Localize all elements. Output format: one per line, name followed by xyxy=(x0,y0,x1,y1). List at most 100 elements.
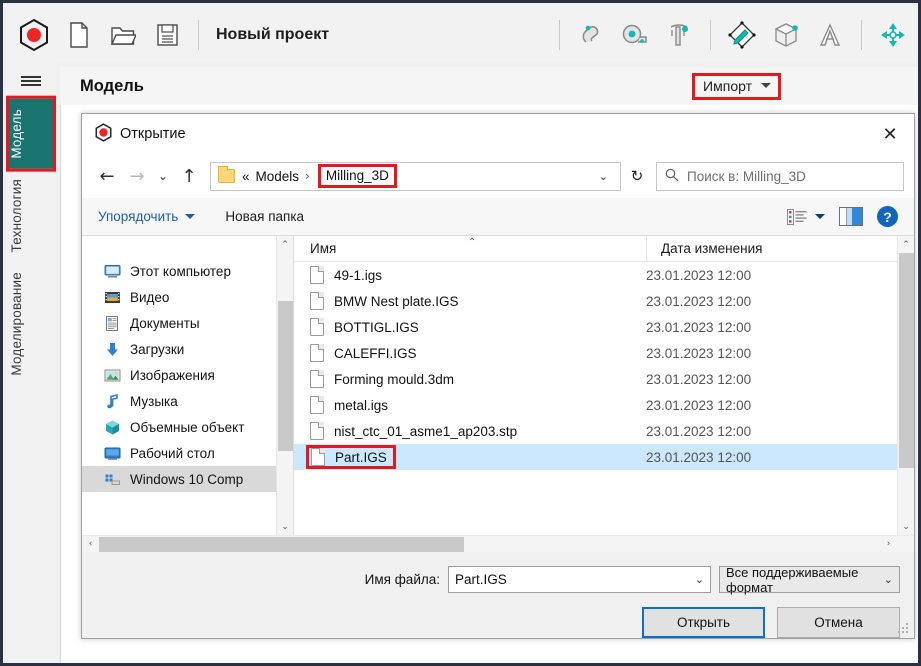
file-name-label: Part.IGS xyxy=(335,450,387,465)
scroll-track[interactable] xyxy=(277,253,293,518)
file-date-cell: 23.01.2023 12:00 xyxy=(646,424,751,439)
search-placeholder: Поиск в: Milling_3D xyxy=(687,169,806,184)
file-icon xyxy=(311,448,325,466)
letter-a-icon[interactable] xyxy=(808,13,852,57)
tape-measure-icon[interactable] xyxy=(613,13,657,57)
sidebar-item-model[interactable]: Модель xyxy=(9,99,53,169)
file-icon xyxy=(310,318,324,336)
breadcrumb-models[interactable]: Models xyxy=(256,169,300,184)
new-file-button[interactable] xyxy=(57,13,101,57)
nav-item-videos[interactable]: Видео xyxy=(82,284,293,310)
panel-header: Модель Импорт xyxy=(60,67,921,105)
filename-input[interactable]: Part.IGS ⌄ xyxy=(448,566,711,593)
table-row[interactable]: BMW Nest plate.IGS 23.01.2023 12:00 xyxy=(294,288,914,314)
view-chevron-down-icon[interactable] xyxy=(815,214,825,219)
column-header-name-label: Имя xyxy=(310,241,336,256)
four-arrows-move-icon[interactable] xyxy=(871,13,915,57)
resize-grip-icon[interactable] xyxy=(898,623,909,634)
column-header-date[interactable]: Дата изменения xyxy=(646,236,762,261)
preview-pane-icon[interactable] xyxy=(839,207,863,226)
nav-item-label: Музыка xyxy=(130,394,178,409)
caliper-icon[interactable] xyxy=(657,13,701,57)
file-name-label: nist_ctc_01_asme1_ap203.stp xyxy=(334,424,517,439)
nav-item-this-pc[interactable]: Этот компьютер xyxy=(82,258,293,284)
breadcrumb-chevron-down-icon[interactable]: ⌄ xyxy=(599,170,608,183)
documents-icon xyxy=(104,315,121,332)
breadcrumb[interactable]: « Models › Milling_3D ⌄ xyxy=(210,162,621,191)
magnet-icon[interactable] xyxy=(569,13,613,57)
file-icon xyxy=(310,292,324,310)
import-button[interactable]: Импорт xyxy=(692,73,781,100)
arrow-left-icon[interactable]: ← xyxy=(92,161,122,191)
hscroll-thumb[interactable] xyxy=(99,537,464,552)
nav-item-label: Документы xyxy=(130,316,200,331)
scroll-thumb[interactable] xyxy=(278,301,293,451)
filename-row: Имя файла: Part.IGS ⌄ Все поддерживаемые… xyxy=(82,552,914,593)
page-title: Модель xyxy=(80,77,144,96)
scroll-down-arrow-icon[interactable]: ⌄ xyxy=(277,518,294,535)
nav-item-downloads[interactable]: Загрузки xyxy=(82,336,293,362)
scroll-track[interactable] xyxy=(898,253,914,518)
filetype-select[interactable]: Все поддерживаемые формат ⌄ xyxy=(719,566,900,593)
open-folder-button[interactable] xyxy=(101,13,145,57)
chevron-down-icon[interactable]: ⌄ xyxy=(695,573,704,586)
scrollbar-corner xyxy=(897,536,914,553)
refresh-icon[interactable]: ↻ xyxy=(622,162,652,191)
nav-item-label: Изображения xyxy=(130,368,215,383)
hamburger-menu-icon[interactable] xyxy=(6,63,56,99)
organize-button[interactable]: Упорядочить xyxy=(98,209,195,224)
arrow-right-icon[interactable]: → xyxy=(122,161,152,191)
filetype-value: Все поддерживаемые формат xyxy=(726,565,884,595)
open-button[interactable]: Открыть xyxy=(642,607,765,638)
file-icon xyxy=(310,422,324,440)
nav-item-desktop[interactable]: Рабочий стол xyxy=(82,440,293,466)
scroll-left-arrow-icon[interactable]: ‹ xyxy=(82,536,99,553)
recent-locations-chevron-down-icon[interactable]: ⌄ xyxy=(152,161,174,191)
close-icon[interactable]: ✕ xyxy=(866,114,914,154)
table-row[interactable]: BOTTIGL.IGS 23.01.2023 12:00 xyxy=(294,314,914,340)
scroll-thumb[interactable] xyxy=(899,253,914,468)
breadcrumb-root[interactable]: « xyxy=(242,169,250,184)
new-folder-button[interactable]: Новая папка xyxy=(225,209,304,224)
sidebar-item-modeling[interactable]: Моделирование xyxy=(9,262,53,386)
table-row-selected[interactable]: Part.IGS 23.01.2023 12:00 xyxy=(294,444,914,470)
table-row[interactable]: 49-1.igs 23.01.2023 12:00 xyxy=(294,262,914,288)
file-list: Имя ⌃ Дата изменения 49-1.igs 23.01.2023… xyxy=(294,236,914,535)
app-logo-icon xyxy=(11,12,57,58)
save-button[interactable] xyxy=(145,13,189,57)
nav-item-label: Загрузки xyxy=(130,342,184,357)
pencil-diamond-icon[interactable] xyxy=(720,13,764,57)
navpane-scrollbar[interactable]: ⌃ ⌄ xyxy=(276,236,293,535)
column-header-name[interactable]: Имя ⌃ xyxy=(294,241,646,256)
table-row[interactable]: Forming mould.3dm 23.01.2023 12:00 xyxy=(294,366,914,392)
search-input[interactable]: Поиск в: Milling_3D xyxy=(656,162,904,191)
table-row[interactable]: metal.igs 23.01.2023 12:00 xyxy=(294,392,914,418)
list-view-icon[interactable] xyxy=(787,209,807,225)
nav-item-3d-objects[interactable]: Объемные объект xyxy=(82,414,293,440)
nav-item-documents[interactable]: Документы xyxy=(82,310,293,336)
nav-item-pictures[interactable]: Изображения xyxy=(82,362,293,388)
scroll-right-arrow-icon[interactable]: › xyxy=(880,536,897,553)
dialog-command-bar: Упорядочить Новая папка xyxy=(82,198,914,236)
hscroll-track[interactable] xyxy=(99,536,880,553)
nav-item-windows-drive[interactable]: Windows 10 Comp xyxy=(82,466,293,492)
nav-item-music[interactable]: Музыка xyxy=(82,388,293,414)
question-mark-icon[interactable]: ? xyxy=(877,206,898,227)
table-row[interactable]: nist_ctc_01_asme1_ap203.stp 23.01.2023 1… xyxy=(294,418,914,444)
dialog-app-icon xyxy=(94,123,113,145)
scroll-up-arrow-icon[interactable]: ⌃ xyxy=(898,236,915,253)
arrow-up-icon[interactable]: ↑ xyxy=(174,161,204,191)
file-date-cell: 23.01.2023 12:00 xyxy=(646,294,751,309)
sidebar-item-technology[interactable]: Технология xyxy=(9,169,53,262)
breadcrumb-current-folder[interactable]: Milling_3D xyxy=(318,164,397,188)
chevron-down-icon[interactable]: ⌄ xyxy=(884,573,893,586)
file-list-scrollbar[interactable]: ⌃ ⌄ xyxy=(897,236,914,535)
cancel-button[interactable]: Отмена xyxy=(777,607,900,638)
scroll-down-arrow-icon[interactable]: ⌄ xyxy=(898,518,915,535)
table-row[interactable]: CALEFFI.IGS 23.01.2023 12:00 xyxy=(294,340,914,366)
horizontal-scrollbar[interactable]: ‹ › xyxy=(82,535,914,552)
scroll-up-arrow-icon[interactable]: ⌃ xyxy=(277,236,294,253)
file-name-cell: 49-1.igs xyxy=(294,266,646,284)
chevron-down-icon xyxy=(761,83,771,88)
cube-icon[interactable] xyxy=(764,13,808,57)
